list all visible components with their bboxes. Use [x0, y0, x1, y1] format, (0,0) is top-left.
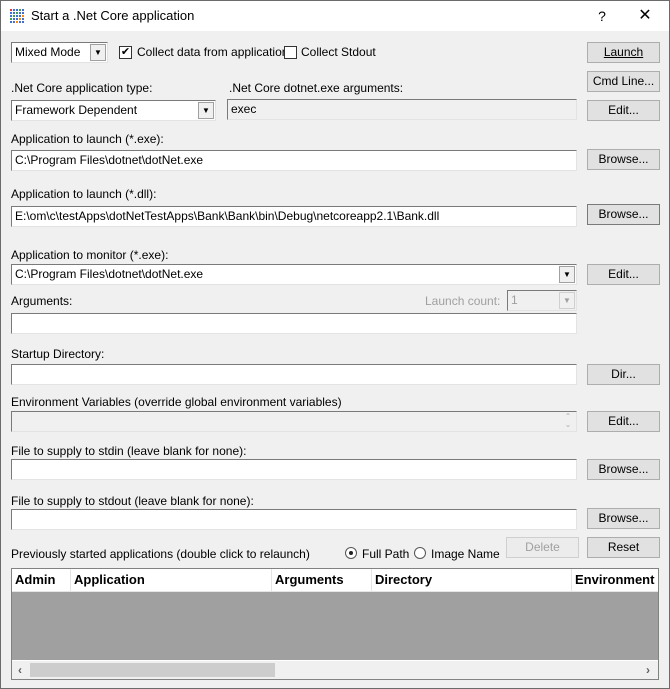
column-directory[interactable]: Directory	[372, 569, 572, 591]
reset-button[interactable]: Reset	[587, 537, 660, 558]
collect-data-label: Collect data from application	[137, 45, 289, 59]
arguments-input[interactable]	[11, 313, 577, 334]
scroll-right-icon[interactable]: ›	[640, 661, 656, 679]
mode-select-value: Mixed Mode	[15, 45, 81, 59]
grid-icon	[10, 9, 26, 25]
app-type-select[interactable]: Framework Dependent ▼	[11, 100, 216, 121]
edit-env-button[interactable]: Edit...	[587, 411, 660, 432]
check-icon: ✔	[120, 46, 131, 58]
dir-button[interactable]: Dir...	[587, 364, 660, 385]
help-button[interactable]: ?	[591, 5, 613, 27]
stdout-file-label: File to supply to stdout (leave blank fo…	[11, 494, 254, 508]
dotnet-args-field[interactable]: exec	[227, 99, 577, 120]
launch-dll-input[interactable]: E:\om\c\testApps\dotNetTestApps\Bank\Ban…	[11, 206, 577, 227]
browse-exe-button[interactable]: Browse...	[587, 149, 660, 170]
chevron-down-icon[interactable]: ▼	[90, 44, 106, 61]
image-name-radio[interactable]	[414, 547, 426, 559]
launch-count-value: 1	[511, 293, 518, 307]
edit-args-button[interactable]: Edit...	[587, 100, 660, 121]
app-type-label: .Net Core application type:	[11, 81, 153, 95]
delete-button: Delete	[506, 537, 579, 558]
monitor-exe-select[interactable]: C:\Program Files\dotnet\dotNet.exe ▼	[11, 264, 577, 285]
arguments-label: Arguments:	[11, 294, 73, 308]
browse-stdout-button[interactable]: Browse...	[587, 508, 660, 529]
launch-exe-input[interactable]: C:\Program Files\dotnet\dotNet.exe	[11, 150, 577, 171]
monitor-exe-value: C:\Program Files\dotnet\dotNet.exe	[15, 267, 204, 281]
startup-dir-input[interactable]	[11, 364, 577, 385]
chevron-down-icon: ▼	[559, 292, 575, 309]
env-vars-label: Environment Variables (override global e…	[11, 395, 342, 409]
full-path-radio[interactable]	[345, 547, 357, 559]
edit-monitor-button[interactable]: Edit...	[587, 264, 660, 285]
dotnet-args-label: .Net Core dotnet.exe arguments:	[229, 81, 404, 95]
image-name-label: Image Name	[431, 547, 500, 561]
launch-count-select: 1 ▼	[507, 290, 577, 311]
browse-stdin-button[interactable]: Browse...	[587, 459, 660, 480]
stdin-file-input[interactable]	[11, 459, 577, 480]
app-type-value: Framework Dependent	[15, 103, 138, 117]
history-label: Previously started applications (double …	[11, 547, 310, 561]
launch-exe-label: Application to launch (*.exe):	[11, 132, 164, 146]
column-arguments[interactable]: Arguments	[272, 569, 372, 591]
launch-count-label: Launch count:	[425, 294, 501, 308]
spin-arrows-icon[interactable]: ⌃ ⌄	[562, 413, 574, 429]
collect-stdout-checkbox[interactable]	[284, 46, 297, 59]
title-bar: Start a .Net Core application ? ✕	[1, 1, 669, 31]
horizontal-scrollbar[interactable]: ‹ ›	[12, 660, 658, 679]
launch-dll-label: Application to launch (*.dll):	[11, 187, 157, 201]
column-application[interactable]: Application	[71, 569, 272, 591]
scroll-left-icon[interactable]: ‹	[12, 661, 28, 679]
column-environment[interactable]: Environment	[572, 569, 658, 591]
cmd-line-button[interactable]: Cmd Line...	[587, 71, 660, 92]
window-title: Start a .Net Core application	[31, 8, 195, 23]
launch-button-label: Launch	[603, 45, 644, 59]
history-list[interactable]: Admin Application Arguments Directory En…	[11, 568, 659, 680]
env-vars-input[interactable]: ⌃ ⌄	[11, 411, 577, 432]
scrollbar-thumb[interactable]	[30, 663, 275, 677]
launch-button[interactable]: Launch	[587, 42, 660, 63]
stdout-file-input[interactable]	[11, 509, 577, 530]
close-button[interactable]: ✕	[633, 5, 657, 27]
monitor-exe-label: Application to monitor (*.exe):	[11, 248, 169, 262]
collect-stdout-label: Collect Stdout	[301, 45, 376, 59]
chevron-down-icon[interactable]: ▼	[559, 266, 575, 283]
chevron-down-icon[interactable]: ▼	[198, 102, 214, 119]
history-list-header: Admin Application Arguments Directory En…	[12, 569, 658, 592]
browse-dll-button[interactable]: Browse...	[587, 204, 660, 225]
mode-select[interactable]: Mixed Mode ▼	[11, 42, 108, 63]
stdin-file-label: File to supply to stdin (leave blank for…	[11, 444, 247, 458]
radio-selected-icon	[349, 551, 353, 555]
collect-data-checkbox[interactable]: ✔	[119, 46, 132, 59]
column-admin[interactable]: Admin	[12, 569, 71, 591]
dialog-window: Start a .Net Core application ? ✕ Mixed …	[0, 0, 670, 689]
full-path-label: Full Path	[362, 547, 410, 561]
startup-dir-label: Startup Directory:	[11, 347, 105, 361]
